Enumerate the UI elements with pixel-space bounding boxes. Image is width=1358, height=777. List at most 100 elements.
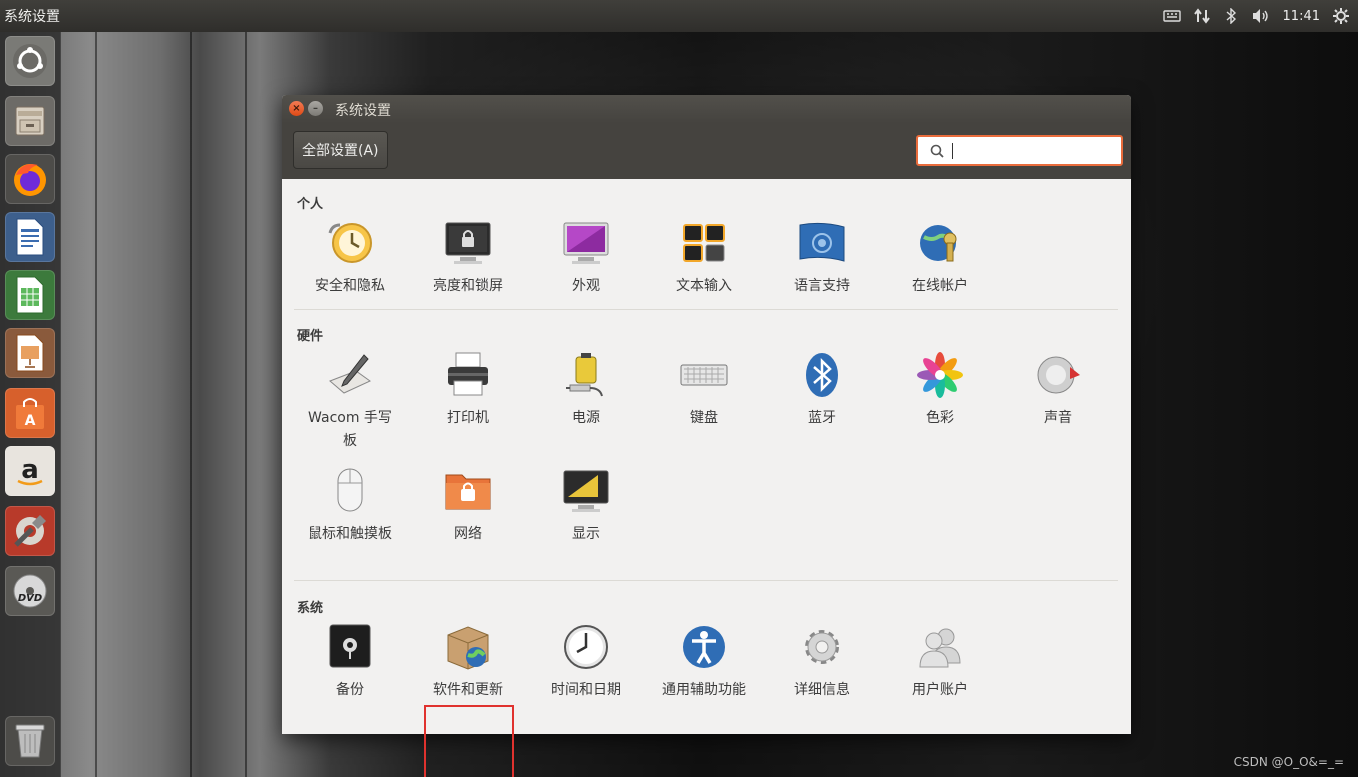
setting-label: 时间和日期 <box>551 682 621 698</box>
bluetooth-icon[interactable] <box>1223 8 1239 24</box>
section-title-system: 系统 <box>297 601 324 616</box>
volume-icon[interactable] <box>1251 8 1271 24</box>
gear-details-icon <box>805 630 839 664</box>
wallpaper-grain <box>190 30 192 777</box>
wacom-tablet-pen-icon <box>329 354 371 394</box>
minimize-window-button[interactable]: – <box>308 101 323 116</box>
launcher-dvd[interactable]: DVD <box>5 566 55 616</box>
amazon-icon: a <box>17 455 43 486</box>
ubuntu-logo-icon <box>13 44 47 78</box>
setting-label: 软件和更新 <box>433 682 503 698</box>
bluetooth-icon <box>806 353 838 397</box>
search-input[interactable] <box>916 135 1123 166</box>
launcher-ubuntu-dash[interactable] <box>5 36 55 86</box>
section-title-hardware: 硬件 <box>297 329 324 344</box>
close-window-button[interactable]: × <box>289 101 304 116</box>
setting-details[interactable]: 详细信息 <box>767 623 877 702</box>
launcher-software-center[interactable]: A <box>5 388 55 438</box>
setting-label: 蓝牙 <box>808 410 836 426</box>
window-titlebar[interactable]: × – 系统设置 <box>282 95 1131 123</box>
language-flag-icon <box>799 222 845 262</box>
launcher-impress[interactable] <box>5 328 55 378</box>
launcher-writer[interactable] <box>5 212 55 262</box>
svg-text:DVD: DVD <box>18 593 42 604</box>
keyboard-icon[interactable] <box>1162 9 1181 23</box>
writer-document-icon <box>16 218 44 256</box>
launcher-trash[interactable] <box>5 716 55 766</box>
setting-time-date[interactable]: 时间和日期 <box>531 623 641 702</box>
setting-label: 详细信息 <box>794 682 850 698</box>
system-settings-window: × – 系统设置 全部设置(A) 个人 安全和隐私 亮度和锁屏 外观 文本输入 <box>282 95 1131 777</box>
launcher-system-settings[interactable] <box>5 506 55 556</box>
calc-spreadsheet-icon <box>16 276 44 314</box>
all-settings-button[interactable]: 全部设置(A) <box>293 131 388 169</box>
launcher-amazon[interactable]: a <box>5 446 55 496</box>
setting-label: 显示 <box>572 526 600 542</box>
text-entry-keys-icon <box>683 224 725 262</box>
launcher: A a DVD <box>0 32 61 777</box>
setting-label: 声音 <box>1044 410 1072 426</box>
wallpaper-grain <box>245 30 247 777</box>
setting-label: 在线帐户 <box>912 278 968 294</box>
setting-bluetooth[interactable]: 蓝牙 <box>767 351 877 430</box>
setting-software-updates[interactable]: 软件和更新 <box>413 623 523 702</box>
setting-universal-access[interactable]: 通用辅助功能 <box>649 623 759 702</box>
color-flower-icon <box>917 352 963 398</box>
setting-displays[interactable]: 显示 <box>531 467 641 546</box>
setting-printers[interactable]: 打印机 <box>413 351 523 430</box>
top-panel: 系统设置 11:41 <box>0 0 1358 32</box>
display-monitor-icon <box>563 470 609 512</box>
launcher-calc[interactable] <box>5 270 55 320</box>
speaker-icon <box>1037 356 1080 394</box>
setting-label: 通用辅助功能 <box>662 682 746 698</box>
setting-keyboard[interactable]: 键盘 <box>649 351 759 430</box>
setting-network[interactable]: 网络 <box>413 467 523 546</box>
watermark: CSDN @O_O&=_= <box>1233 755 1344 769</box>
setting-sound[interactable]: 声音 <box>1003 351 1113 430</box>
section-title-personal: 个人 <box>297 197 324 212</box>
package-globe-icon <box>447 626 489 670</box>
launcher-files[interactable] <box>5 96 55 146</box>
setting-label: 键盘 <box>690 410 718 426</box>
clock-icon <box>564 625 608 669</box>
setting-language-support[interactable]: 语言支持 <box>767 219 877 298</box>
launcher-firefox[interactable] <box>5 154 55 204</box>
accessibility-icon <box>683 626 725 668</box>
setting-power[interactable]: 电源 <box>531 351 641 430</box>
firefox-icon <box>14 164 46 196</box>
file-cabinet-icon <box>15 106 45 136</box>
battery-plug-icon <box>566 353 603 397</box>
safe-icon <box>329 624 371 668</box>
setting-wacom-tablet[interactable]: Wacom 手写 板 <box>295 351 405 453</box>
keyboard-icon <box>680 364 728 386</box>
search-icon <box>930 144 944 158</box>
monitor-lock-icon <box>445 222 491 264</box>
setting-mouse-touchpad[interactable]: 鼠标和触摸板 <box>295 467 405 546</box>
setting-appearance[interactable]: 外观 <box>531 219 641 298</box>
impress-presentation-icon <box>16 334 44 372</box>
highlight-box <box>424 705 514 777</box>
svg-text:A: A <box>25 413 36 429</box>
setting-security-privacy[interactable]: 安全和隐私 <box>295 219 405 298</box>
setting-label: 文本输入 <box>676 278 732 294</box>
security-clock-icon <box>328 223 372 263</box>
setting-label: 网络 <box>454 526 482 542</box>
setting-label: Wacom 手写 <box>308 410 392 426</box>
setting-text-entry[interactable]: 文本输入 <box>649 219 759 298</box>
setting-online-accounts[interactable]: 在线帐户 <box>885 219 995 298</box>
setting-backups[interactable]: 备份 <box>295 623 405 702</box>
setting-brightness-lock[interactable]: 亮度和锁屏 <box>413 219 523 298</box>
setting-user-accounts[interactable]: 用户账户 <box>885 623 995 702</box>
gear-icon[interactable] <box>1332 7 1350 25</box>
network-folder-icon <box>445 474 491 510</box>
clock[interactable]: 11:41 <box>1283 9 1320 24</box>
online-accounts-globe-icon <box>920 225 957 262</box>
svg-text:a: a <box>21 455 39 485</box>
setting-label: 亮度和锁屏 <box>433 278 503 294</box>
settings-tools-icon <box>14 515 46 547</box>
network-arrows-icon[interactable] <box>1193 8 1211 24</box>
section-divider <box>294 309 1118 310</box>
setting-color[interactable]: 色彩 <box>885 351 995 430</box>
window-title: 系统设置 <box>335 103 391 119</box>
setting-label: 用户账户 <box>912 682 968 698</box>
